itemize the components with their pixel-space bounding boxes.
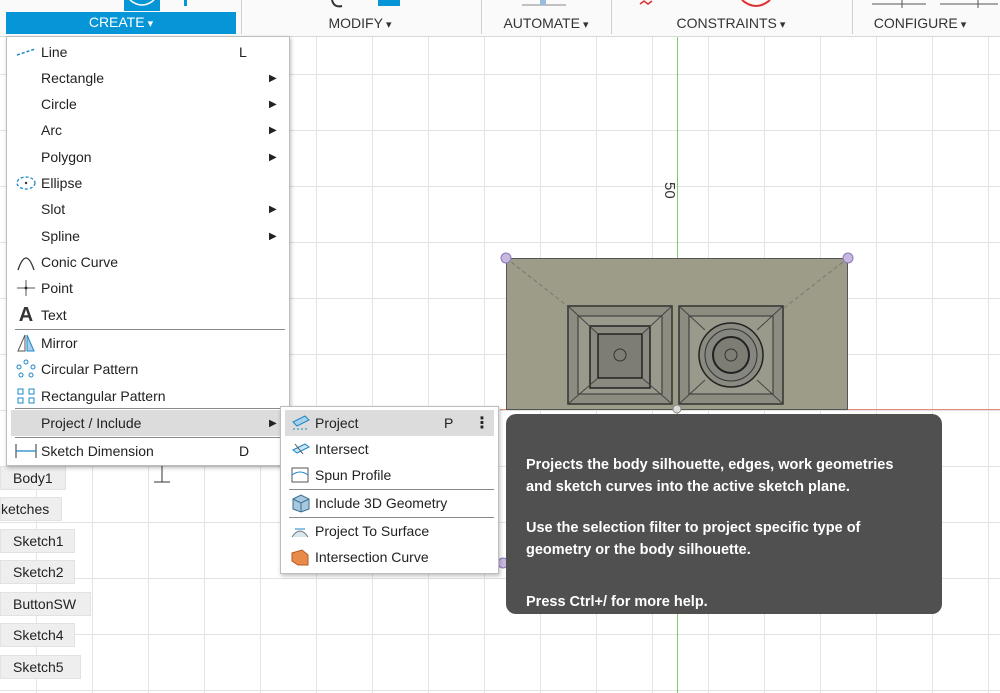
project-icon bbox=[287, 412, 313, 434]
menu-item-mirror[interactable]: Mirror bbox=[11, 330, 285, 356]
menu-item-spline[interactable]: Spline ▶ bbox=[11, 223, 285, 249]
include-3d-geometry-icon bbox=[287, 492, 313, 514]
toolbar-separator bbox=[241, 0, 242, 34]
project-to-surface-icon bbox=[287, 520, 313, 542]
menu-item-text[interactable]: A Text bbox=[11, 302, 285, 328]
toolbar-separator bbox=[481, 0, 482, 34]
more-options-icon[interactable]: ⋮ bbox=[474, 413, 494, 433]
menu-item-slot[interactable]: Slot ▶ bbox=[11, 196, 285, 222]
menu-item-project[interactable]: Project P ⋮ bbox=[285, 410, 494, 436]
modify-menu-button[interactable]: MODIFY bbox=[296, 14, 424, 34]
menu-item-project-to-surface[interactable]: Project To Surface bbox=[285, 518, 494, 544]
toolbar-separator bbox=[611, 0, 612, 34]
spun-profile-icon bbox=[287, 464, 313, 486]
menu-item-intersection-curve[interactable]: Intersection Curve bbox=[285, 544, 494, 570]
constraints-menu-button[interactable]: CONSTRAINTS bbox=[656, 14, 806, 34]
intersection-curve-icon bbox=[287, 546, 313, 568]
toolbar-separator bbox=[852, 0, 853, 34]
text-icon: A bbox=[18, 303, 34, 326]
toolbar-icons-create bbox=[124, 0, 187, 11]
menu-item-rectangular-pattern[interactable]: Rectangular Pattern bbox=[11, 383, 285, 409]
intersect-icon bbox=[287, 438, 313, 460]
browser-item-sketch2[interactable]: Sketch2 bbox=[0, 560, 75, 584]
tooltip-description: Projects the body silhouette, edges, wor… bbox=[526, 457, 894, 495]
mirror-icon bbox=[13, 332, 39, 354]
create-menu-button[interactable]: CREATE bbox=[6, 12, 236, 34]
menu-item-ellipse[interactable]: Ellipse bbox=[11, 170, 285, 196]
menu-item-sketch-dimension[interactable]: Sketch Dimension D bbox=[11, 438, 285, 464]
line-icon bbox=[13, 41, 39, 63]
submenu-arrow-icon: ▶ bbox=[269, 98, 277, 110]
browser-item-body1[interactable]: Body1 bbox=[0, 466, 66, 490]
submenu-arrow-icon: ▶ bbox=[269, 203, 277, 215]
browser-item-sketch5[interactable]: Sketch5 bbox=[0, 655, 81, 679]
sketch-dimension-icon bbox=[13, 440, 39, 462]
dimension-label[interactable]: 50 bbox=[661, 182, 678, 199]
menu-item-circle[interactable]: Circle ▶ bbox=[11, 91, 285, 117]
point-icon bbox=[13, 277, 39, 299]
menu-item-conic-curve[interactable]: Conic Curve bbox=[11, 249, 285, 275]
create-dropdown-menu: Line L Rectangle ▶ Circle ▶ Arc ▶ Polygo… bbox=[6, 36, 290, 466]
ellipse-icon bbox=[13, 172, 39, 194]
toolbar-icons-constraints bbox=[639, 0, 771, 7]
configure-menu-button[interactable]: CONFIGURE bbox=[860, 14, 980, 34]
automate-menu-button[interactable]: AUTOMATE bbox=[488, 14, 604, 34]
browser-item-sketch1[interactable]: Sketch1 bbox=[0, 529, 75, 553]
menu-item-project-include[interactable]: Project / Include ▶ bbox=[11, 410, 285, 436]
browser-item-sketches[interactable]: ketches bbox=[0, 497, 62, 521]
menu-item-circular-pattern[interactable]: Circular Pattern bbox=[11, 356, 285, 382]
conic-curve-icon bbox=[13, 251, 39, 273]
menu-item-polygon[interactable]: Polygon ▶ bbox=[11, 144, 285, 170]
browser-item-sketch4[interactable]: Sketch4 bbox=[0, 623, 75, 647]
submenu-arrow-icon: ▶ bbox=[269, 151, 277, 163]
toolbar-icons-configure bbox=[872, 0, 998, 8]
tooltip-filter-hint: Use the selection filter to project spec… bbox=[526, 520, 861, 558]
browser-item-buttonsw[interactable]: ButtonSW bbox=[0, 592, 91, 616]
menu-divider bbox=[15, 408, 285, 409]
project-include-submenu: Project P ⋮ Intersect Spun Profile Inclu… bbox=[280, 406, 499, 574]
submenu-arrow-icon: ▶ bbox=[269, 124, 277, 136]
menu-item-point[interactable]: Point bbox=[11, 275, 285, 301]
command-tooltip: Projects the body silhouette, edges, wor… bbox=[506, 414, 942, 614]
menu-item-rectangle[interactable]: Rectangle ▶ bbox=[11, 65, 285, 91]
menu-item-include-3d-geometry[interactable]: Include 3D Geometry bbox=[285, 490, 494, 516]
menu-item-line[interactable]: Line L bbox=[11, 39, 285, 65]
rectangular-pattern-icon bbox=[13, 385, 39, 407]
menu-item-intersect[interactable]: Intersect bbox=[285, 436, 494, 462]
menu-item-spun-profile[interactable]: Spun Profile bbox=[285, 462, 494, 488]
tooltip-help-hint: Press Ctrl+/ for more help. bbox=[526, 594, 708, 610]
submenu-arrow-icon: ▶ bbox=[269, 72, 277, 84]
body-rectangle[interactable] bbox=[506, 258, 848, 410]
menu-item-arc[interactable]: Arc ▶ bbox=[11, 117, 285, 143]
toolbar-icons-automate bbox=[522, 0, 566, 6]
toolbar: CREATE MODIFY AUTOMATE CONSTRAINTS CONFI… bbox=[0, 0, 1000, 37]
circular-pattern-icon bbox=[13, 358, 39, 380]
submenu-arrow-icon: ▶ bbox=[269, 230, 277, 242]
toolbar-icons-modify bbox=[331, 0, 400, 8]
